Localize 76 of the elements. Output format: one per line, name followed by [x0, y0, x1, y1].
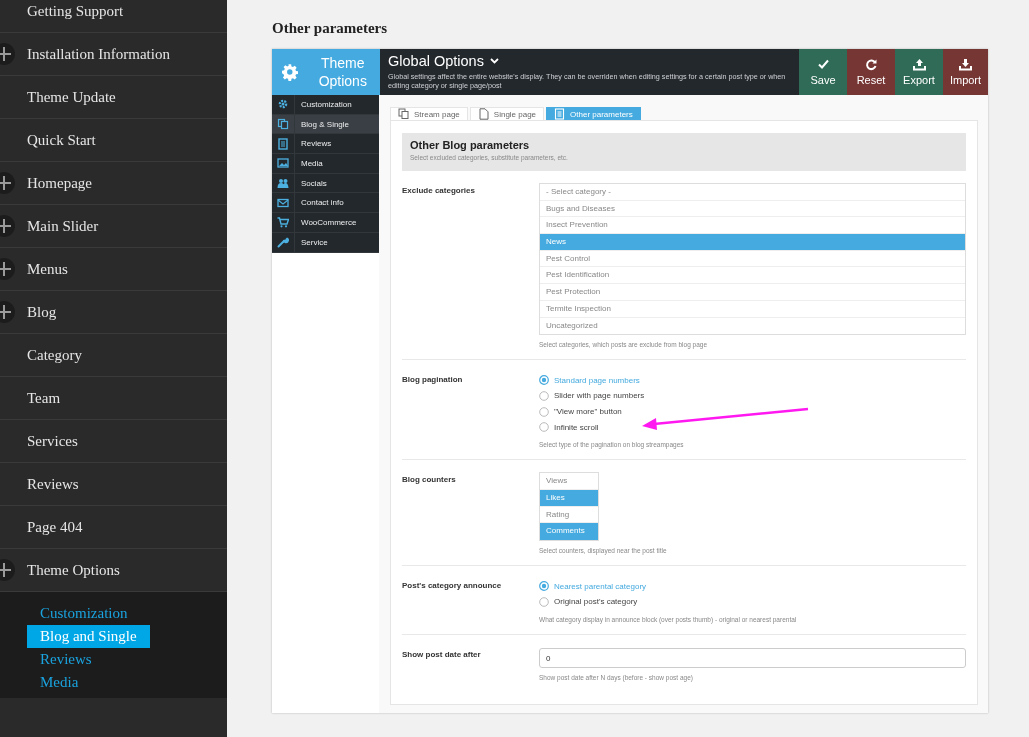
chevron-down-icon[interactable] [489, 58, 499, 64]
document-icon [277, 137, 289, 150]
plus-icon[interactable] [0, 43, 15, 65]
radio-button[interactable] [539, 390, 549, 401]
radio-label[interactable]: Slider with page numbers [554, 391, 645, 401]
radio-button[interactable] [539, 406, 549, 417]
plus-icon[interactable] [0, 301, 15, 323]
menu-item[interactable]: Media [272, 154, 379, 174]
radio-button[interactable] [539, 375, 549, 386]
users-icon [277, 177, 289, 190]
radio-label[interactable]: Infinite scroll [554, 422, 599, 432]
page-title: Other parameters [272, 20, 389, 37]
reset-button[interactable]: Reset [847, 49, 895, 95]
list-option[interactable]: Uncategorized [540, 317, 965, 335]
section-title: Other Blog parameters [410, 139, 531, 151]
envelope-icon [277, 196, 289, 209]
sidebar-item[interactable]: Services [27, 432, 78, 450]
field-label: Blog pagination [402, 374, 464, 387]
gear-icon [282, 62, 298, 82]
sidebar-subitem[interactable]: Reviews [27, 648, 105, 671]
sidebar-item[interactable]: Main Slider [27, 217, 99, 235]
document-icon [477, 108, 489, 120]
download-icon [959, 58, 972, 71]
upload-icon [912, 58, 926, 71]
save-button[interactable]: Save [799, 49, 847, 95]
field-label: Exclude categories [402, 185, 476, 197]
list-option[interactable]: Termite Inspection [540, 300, 965, 318]
radio-button[interactable] [539, 581, 549, 591]
list-option[interactable]: Bugs and Diseases [540, 200, 965, 218]
sidebar-item[interactable]: Quick Start [27, 131, 96, 149]
plus-icon[interactable] [0, 258, 15, 280]
import-button[interactable]: Import [943, 49, 988, 95]
radio-button[interactable] [539, 422, 549, 433]
plus-icon[interactable] [0, 559, 15, 581]
sidebar-subitem[interactable]: Media [27, 671, 92, 694]
input-field[interactable]: 0 [539, 648, 966, 669]
field-label: Show post date after [402, 648, 482, 661]
sidebar-item[interactable]: Team [27, 389, 61, 407]
header-title[interactable]: Global Options [388, 53, 484, 69]
sidebar-item[interactable]: Homepage [27, 174, 92, 192]
sidebar-item[interactable]: Category [27, 346, 82, 364]
tab[interactable]: Single page [469, 107, 545, 120]
menu-item[interactable]: Reviews [272, 134, 379, 155]
menu-item[interactable]: Socials [272, 173, 379, 194]
menu-item[interactable]: Contact info [272, 193, 379, 214]
sidebar-subitem[interactable]: Customization [27, 602, 141, 625]
sidebar-item[interactable]: Menus [27, 260, 68, 278]
list-option[interactable]: - Select category - [540, 184, 965, 201]
image-icon [277, 157, 289, 170]
list-option[interactable]: Pest Control [540, 250, 965, 268]
plus-icon[interactable] [0, 172, 15, 194]
sidebar-item[interactable]: Blog [27, 303, 57, 321]
field-label: Post's category announce [402, 580, 503, 593]
sidebar-item[interactable]: Page 404 [27, 518, 83, 536]
wrench-icon [277, 236, 289, 249]
menu-item[interactable]: Blog & Single [272, 114, 379, 135]
gear-icon [277, 98, 289, 111]
tab[interactable]: Stream page [390, 107, 468, 120]
list-option[interactable]: Pest Protection [540, 284, 965, 301]
sidebar-item[interactable]: Theme Update [27, 88, 116, 106]
refresh-icon [864, 58, 878, 71]
radio-button[interactable] [539, 596, 549, 607]
plus-icon[interactable] [0, 215, 15, 237]
sidebar-item[interactable]: Reviews [27, 475, 79, 493]
sidebar-item[interactable]: Getting Support [27, 2, 124, 20]
cart-icon [277, 216, 289, 229]
sidebar-item[interactable]: Installation Information [27, 45, 170, 63]
copy-icon [277, 118, 289, 131]
list-option[interactable]: Pest Identification [540, 267, 965, 285]
brand-title: Theme Options [317, 54, 368, 90]
radio-label[interactable]: Original post's category [554, 597, 638, 607]
radio-label[interactable]: "View more" button [554, 407, 622, 417]
check-icon [816, 58, 830, 71]
field-label: Blog counters [402, 474, 457, 487]
sidebar-item[interactable]: Theme Options [27, 561, 120, 579]
export-button[interactable]: Export [895, 49, 943, 95]
